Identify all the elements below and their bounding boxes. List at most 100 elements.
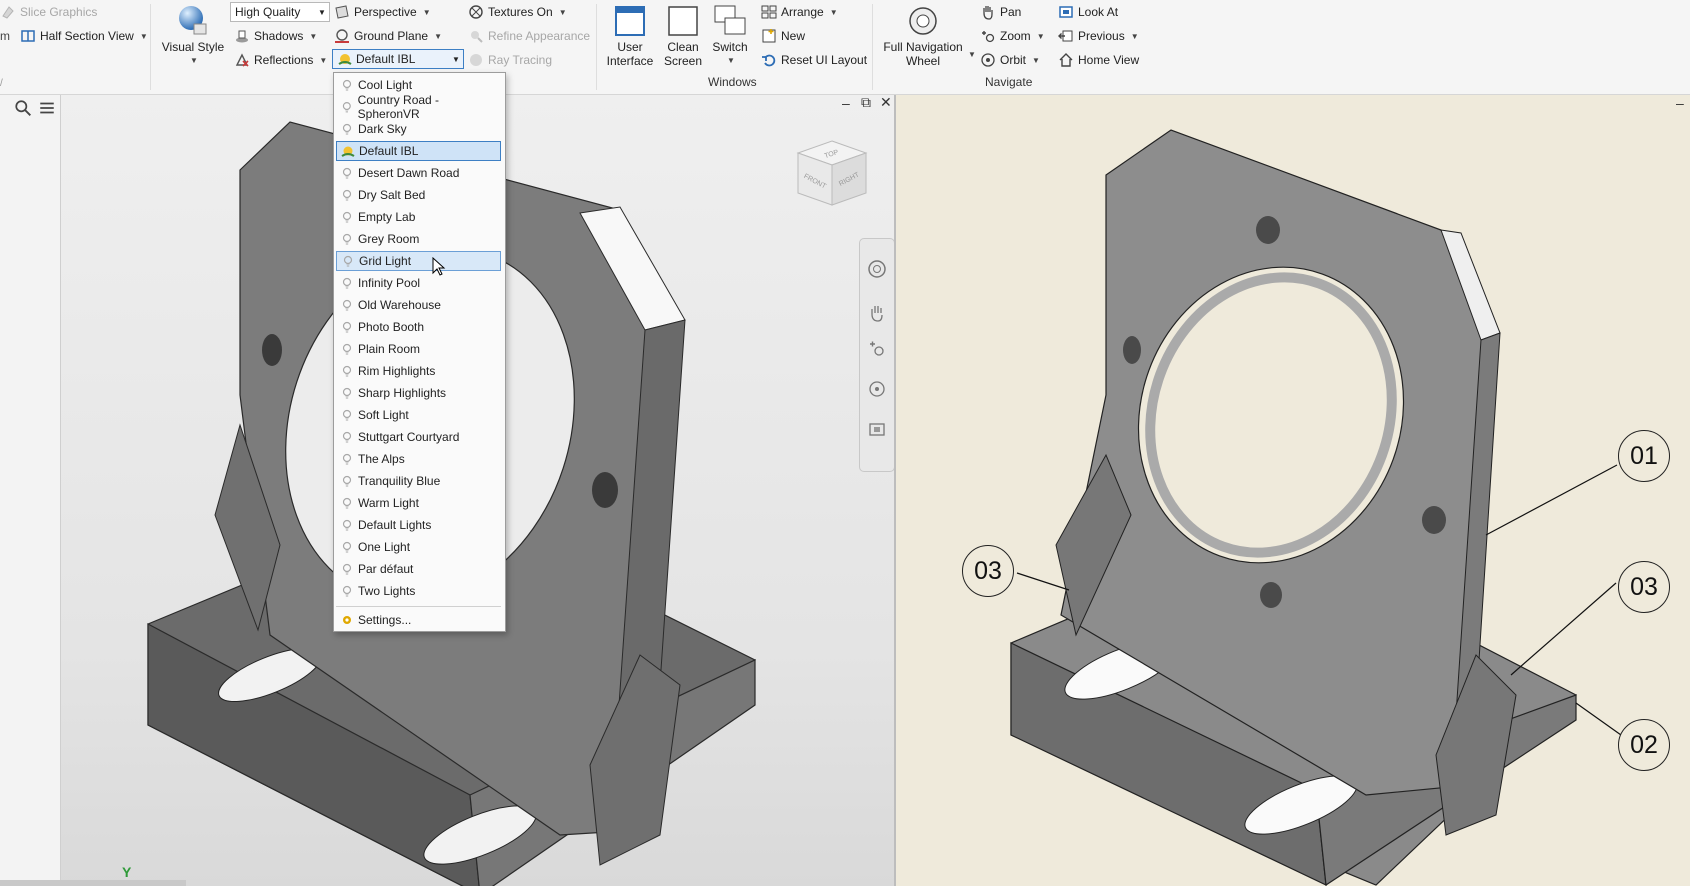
- steering-wheel-icon[interactable]: [867, 259, 887, 279]
- orbit-icon[interactable]: [867, 379, 887, 399]
- light-bulb-icon: [342, 102, 351, 113]
- look-at-button[interactable]: Look At: [1058, 2, 1118, 22]
- close-icon[interactable]: ✕: [880, 95, 892, 111]
- ibl-option[interactable]: Plain Room: [336, 339, 501, 359]
- ibl-option[interactable]: One Light: [336, 537, 501, 557]
- search-icon[interactable]: [14, 99, 32, 117]
- arrange-icon: [761, 5, 777, 19]
- light-bulb-icon: [342, 211, 352, 223]
- balloon-03-right[interactable]: 03: [1618, 561, 1670, 613]
- light-bulb-icon: [342, 167, 352, 179]
- ibl-option[interactable]: Tranquility Blue: [336, 471, 501, 491]
- new-window-button[interactable]: New: [761, 26, 805, 46]
- previous-view-button[interactable]: Previous ▼: [1058, 26, 1139, 46]
- ibl-option[interactable]: Old Warehouse: [336, 295, 501, 315]
- ibl-option[interactable]: Grey Room: [336, 229, 501, 249]
- drawing-viewport[interactable]: – 01 03 03 02: [896, 95, 1690, 886]
- ibl-option[interactable]: Dry Salt Bed: [336, 185, 501, 205]
- previous-view-icon: [1058, 30, 1073, 42]
- half-section-view-label: Half Section View: [40, 29, 134, 43]
- ibl-option-label: Sharp Highlights: [358, 386, 447, 400]
- ibl-option-label: Dry Salt Bed: [358, 188, 426, 202]
- ibl-option[interactable]: Cool Light: [336, 75, 501, 95]
- reset-ui-layout-button[interactable]: Reset UI Layout: [761, 50, 867, 70]
- ribbon-separator: [150, 4, 151, 90]
- ibl-option[interactable]: The Alps: [336, 449, 501, 469]
- ibl-option[interactable]: Country Road - SpheronVR: [336, 93, 501, 121]
- light-bulb-icon: [342, 519, 352, 531]
- reflections-button[interactable]: Reflections ▼: [234, 50, 327, 70]
- ibl-option-label: Old Warehouse: [358, 298, 441, 312]
- quality-value: High Quality: [235, 5, 301, 19]
- look-at-icon[interactable]: [867, 419, 887, 439]
- orbit-button[interactable]: Orbit ▼: [980, 50, 1040, 70]
- minimize-icon[interactable]: –: [842, 95, 850, 111]
- ibl-selected-icon: [341, 146, 355, 157]
- user-interface-button[interactable]: User Interface: [605, 4, 655, 68]
- switch-button[interactable]: Switch ▼: [708, 4, 752, 68]
- ibl-option[interactable]: Empty Lab: [336, 207, 501, 227]
- home-view-label: Home View: [1078, 53, 1140, 67]
- refine-appearance-button[interactable]: Refine Appearance: [468, 26, 590, 46]
- windows-group-label: Windows: [708, 75, 757, 89]
- switch-windows-icon: [714, 5, 746, 35]
- look-at-label: Look At: [1078, 5, 1119, 19]
- ibl-option[interactable]: Grid Light: [336, 251, 501, 271]
- ibl-option-label: Plain Room: [358, 342, 421, 356]
- ibl-option[interactable]: Default Lights: [336, 515, 501, 535]
- arrange-button[interactable]: Arrange ▼: [761, 2, 838, 22]
- clean-screen-button[interactable]: Clean Screen: [660, 4, 706, 68]
- ibl-option[interactable]: Infinity Pool: [336, 273, 501, 293]
- ibl-option-label: Default IBL: [359, 144, 419, 158]
- ibl-option[interactable]: Par défaut: [336, 559, 501, 579]
- visual-style-button[interactable]: Visual Style ▼: [159, 4, 227, 68]
- ibl-select[interactable]: Default IBL ▼: [332, 49, 464, 69]
- menu-icon[interactable]: [38, 99, 56, 117]
- balloon-03-left[interactable]: 03: [962, 545, 1014, 597]
- full-navigation-wheel-label: Full Navigation Wheel: [883, 40, 963, 68]
- quality-select[interactable]: High Quality ▼: [230, 2, 330, 22]
- perspective-button[interactable]: Perspective ▼: [334, 2, 431, 22]
- ibl-option[interactable]: Sharp Highlights: [336, 383, 501, 403]
- shadows-icon: [236, 30, 248, 43]
- full-navigation-wheel-button[interactable]: Full Navigation Wheel: [880, 4, 966, 68]
- ibl-option[interactable]: Photo Booth: [336, 317, 501, 337]
- textures-label: Textures On: [488, 5, 553, 19]
- chevron-down-icon: ▼: [558, 7, 567, 17]
- ibl-option[interactable]: Two Lights: [336, 581, 501, 601]
- visual-style-label: Visual Style: [161, 40, 225, 54]
- restore-icon[interactable]: ⧉: [861, 95, 871, 111]
- zoom-icon[interactable]: [867, 339, 887, 359]
- new-window-label: New: [781, 29, 806, 43]
- ground-plane-button[interactable]: Ground Plane ▼: [334, 26, 442, 46]
- ibl-option[interactable]: Soft Light: [336, 405, 501, 425]
- ibl-option[interactable]: Warm Light: [336, 493, 501, 513]
- zoom-button[interactable]: Zoom ▼: [980, 26, 1045, 46]
- home-view-button[interactable]: Home View: [1058, 50, 1139, 70]
- ibl-option-label: Country Road - SpheronVR: [357, 93, 440, 121]
- balloon-01[interactable]: 01: [1618, 430, 1670, 482]
- ray-tracing-icon: [470, 54, 482, 66]
- ibl-option[interactable]: Stuttgart Courtyard: [336, 427, 501, 447]
- ibl-option-label: Desert Dawn Road: [358, 166, 460, 180]
- ibl-option[interactable]: Rim Highlights: [336, 361, 501, 381]
- ray-tracing-button[interactable]: Ray Tracing: [468, 50, 552, 70]
- slice-graphics-button[interactable]: Slice Graphics: [0, 2, 97, 22]
- pan-label: Pan: [1000, 5, 1022, 19]
- shadows-button[interactable]: Shadows ▼: [234, 26, 317, 46]
- light-bulb-icon: [342, 431, 352, 443]
- viewcube[interactable]: TOP FRONT RIGHT: [792, 135, 872, 215]
- chevron-down-icon: ▼: [434, 31, 442, 41]
- light-bulb-icon: [342, 277, 352, 289]
- ibl-settings-item[interactable]: Settings...: [336, 610, 501, 630]
- refine-appearance-icon: [471, 31, 483, 43]
- hand-icon[interactable]: [867, 303, 887, 323]
- textures-button[interactable]: Textures On ▼: [468, 2, 567, 22]
- ibl-option[interactable]: Desert Dawn Road: [336, 163, 501, 183]
- ibl-option-label: Rim Highlights: [358, 364, 436, 378]
- ibl-option[interactable]: Dark Sky: [336, 119, 501, 139]
- ibl-option[interactable]: Default IBL: [336, 141, 501, 161]
- half-section-view-button[interactable]: m Half Section View ▼: [0, 26, 148, 46]
- balloon-02[interactable]: 02: [1618, 719, 1670, 771]
- pan-button[interactable]: Pan: [980, 2, 1021, 22]
